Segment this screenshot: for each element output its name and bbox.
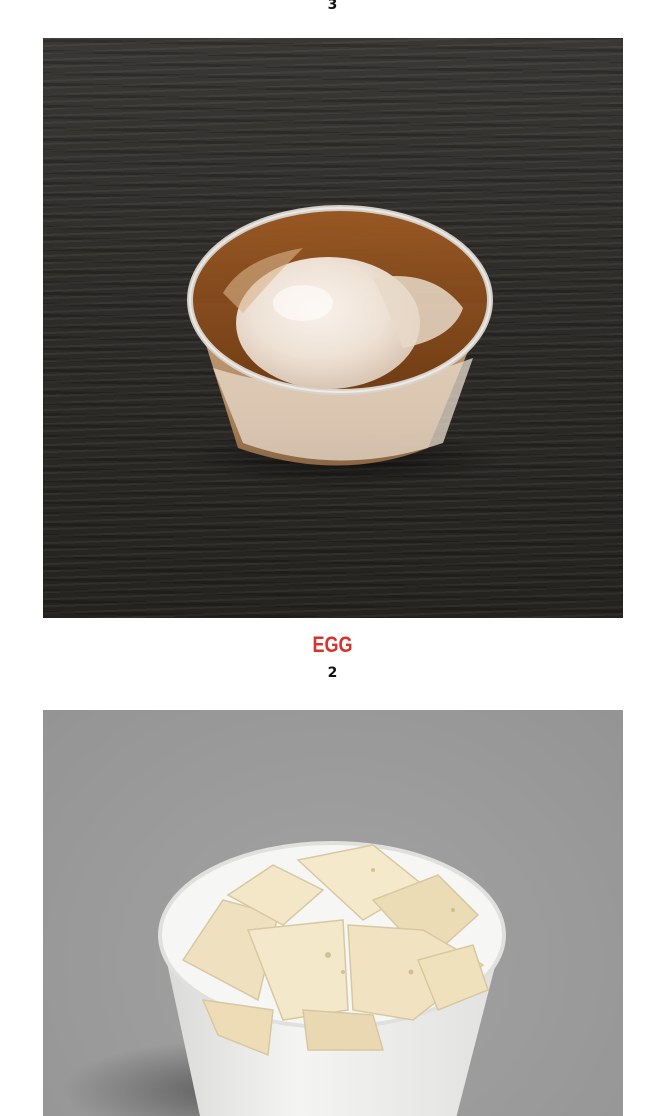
tofu-photo[interactable]: [43, 710, 623, 1116]
item-name-egg[interactable]: EGG: [60, 632, 605, 658]
egg-cup-illustration: [183, 205, 503, 488]
previous-item-price: 3: [327, 0, 338, 13]
menu-page: 3 EGG 2: [0, 0, 665, 1116]
item-price-egg: 2: [327, 665, 338, 681]
tofu-cup-illustration: [63, 841, 506, 1116]
egg-photo[interactable]: [43, 38, 623, 618]
